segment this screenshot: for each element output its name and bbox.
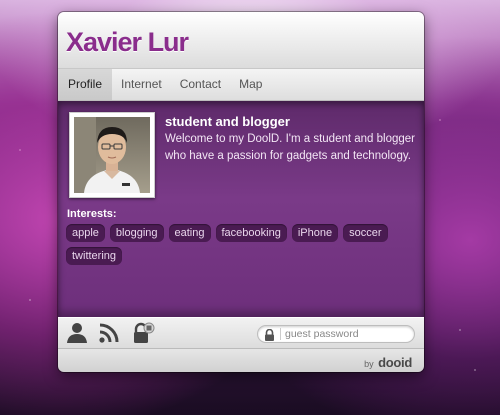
rss-icon[interactable] [98, 322, 120, 349]
brand-by: by [364, 359, 374, 369]
avatar [69, 112, 155, 198]
lock-icon[interactable] [132, 322, 156, 349]
padlock-icon [264, 328, 275, 346]
interest-tag[interactable]: twittering [66, 247, 123, 265]
interest-tag[interactable]: soccer [343, 224, 388, 242]
profile-card: Xavier Lur Profile Internet Contact Map [58, 12, 424, 372]
interests-label: Interests: [67, 208, 117, 220]
guest-password-input[interactable] [285, 326, 405, 342]
tab-profile[interactable]: Profile [58, 69, 113, 100]
tab-map[interactable]: Map [230, 69, 271, 100]
interest-tag[interactable]: eating [168, 224, 211, 242]
avatar-photo [74, 117, 150, 193]
profile-panel: student and blogger Welcome to my DoolD.… [58, 101, 424, 317]
interest-tag[interactable]: iPhone [291, 224, 339, 242]
brand-logo: dooid [378, 355, 412, 370]
footer: by dooid [58, 348, 424, 372]
interest-tag[interactable]: facebooking [215, 224, 287, 242]
interest-tag[interactable]: apple [66, 224, 105, 242]
profile-bio: Welcome to my DoolD. I'm a student and b… [165, 133, 415, 162]
profile-headline: student and blogger [165, 114, 290, 129]
action-toolbar [58, 317, 424, 348]
profile-header: Xavier Lur [58, 12, 424, 68]
guest-password-field [257, 325, 415, 343]
profile-name: Xavier Lur [66, 27, 189, 57]
dooid-brand[interactable]: by dooid [364, 354, 412, 372]
tab-bar: Profile Internet Contact Map [58, 68, 424, 101]
tab-contact[interactable]: Contact [171, 69, 230, 100]
person-icon[interactable] [66, 322, 88, 349]
tab-internet[interactable]: Internet [112, 69, 171, 100]
field-divider [280, 328, 281, 340]
interest-tag[interactable]: blogging [109, 224, 164, 242]
interest-tags: apple blogging eating facebooking iPhone… [66, 224, 396, 265]
